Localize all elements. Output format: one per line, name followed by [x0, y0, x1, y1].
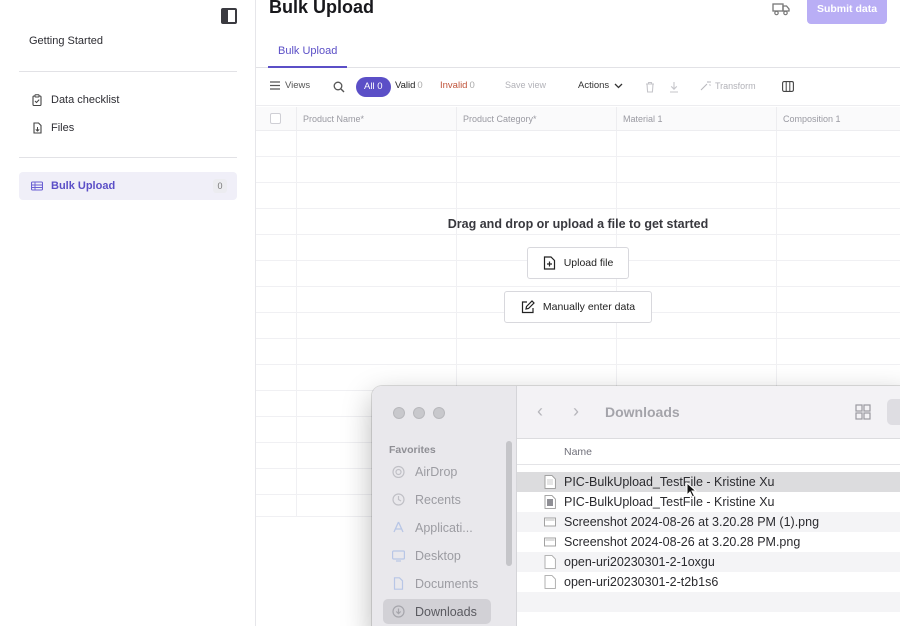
file-row[interactable]: PIC-BulkUpload_TestFile - Kristine Xu	[517, 472, 900, 492]
file-plus-icon	[543, 256, 555, 270]
sidebar-item-files[interactable]: Files	[19, 114, 237, 142]
actions-dropdown[interactable]: Actions	[578, 80, 623, 91]
mouse-cursor-icon	[686, 482, 698, 498]
table-icon	[31, 180, 43, 192]
sidebar-heading[interactable]: Getting Started	[29, 35, 103, 47]
sidebar-divider	[19, 71, 237, 72]
chevron-down-icon	[614, 83, 623, 88]
grid-header: Product Name* Product Category* Material…	[256, 107, 900, 131]
edit-icon	[521, 300, 535, 314]
upload-file-button[interactable]: Upload file	[527, 247, 629, 279]
manually-enter-data-button[interactable]: Manually enter data	[504, 291, 652, 323]
filter-valid-count: 0	[417, 80, 423, 91]
save-view-button[interactable]: Save view	[505, 80, 546, 90]
grid-line	[256, 338, 900, 339]
sidebar-item-label: Bulk Upload	[51, 180, 116, 192]
text-file-icon	[544, 475, 556, 489]
file-row-empty	[517, 592, 900, 612]
grid-line	[256, 156, 900, 157]
download-icon[interactable]	[669, 81, 679, 93]
file-name: open-uri20230301-2-t2b1s6	[564, 575, 719, 589]
truck-icon[interactable]	[772, 2, 790, 16]
count-badge: 0	[213, 179, 227, 193]
tab-bulk-upload[interactable]: Bulk Upload	[268, 36, 348, 68]
search-icon[interactable]	[333, 81, 345, 93]
transform-button[interactable]: Transform	[700, 80, 756, 91]
select-all-checkbox[interactable]	[270, 113, 281, 124]
grid-line	[296, 131, 297, 517]
sidebar-item-data-checklist[interactable]: Data checklist	[19, 86, 237, 114]
filter-valid[interactable]: Valid 0	[395, 80, 423, 91]
file-icon	[31, 122, 43, 134]
file-row[interactable]: open-uri20230301-2-1oxgu	[517, 552, 900, 572]
column-header-product-name[interactable]: Product Name*	[296, 107, 456, 131]
grid-line	[256, 234, 900, 235]
file-row[interactable]: Screenshot 2024-08-26 at 3.20.28 PM (1).…	[517, 512, 900, 532]
file-name: PIC-BulkUpload_TestFile - Kristine Xu	[564, 495, 775, 509]
file-name: Screenshot 2024-08-26 at 3.20.28 PM (1).…	[564, 515, 820, 529]
list-icon	[270, 81, 280, 90]
tab-bar: Bulk Upload	[256, 36, 900, 68]
sidebar-item-label: Files	[51, 122, 75, 134]
trash-icon[interactable]	[645, 81, 655, 93]
filter-invalid[interactable]: Invalid 0	[440, 80, 475, 91]
file-row[interactable]: Screenshot 2024-08-26 at 3.20.28 PM.png	[517, 532, 900, 552]
filter-all-count: 0	[377, 81, 383, 92]
column-header-composition-1[interactable]: Composition 1	[776, 107, 900, 131]
generic-file-icon	[544, 555, 556, 569]
sidebar-toggle-icon[interactable]	[221, 8, 237, 24]
generic-file-icon	[544, 575, 556, 589]
finder-file-list: PIC-BulkUpload_TestFile - Kristine Xu PI…	[372, 386, 900, 626]
sidebar-divider	[19, 157, 237, 158]
columns-icon[interactable]	[782, 81, 794, 92]
clipboard-icon	[31, 94, 43, 106]
column-header-product-category[interactable]: Product Category*	[456, 107, 616, 131]
filter-invalid-label: Invalid	[440, 80, 468, 91]
grid-line	[256, 364, 900, 365]
filter-all-label: All	[364, 81, 375, 92]
manually-enter-data-label: Manually enter data	[542, 301, 636, 313]
transform-label: Transform	[715, 80, 756, 91]
grid-line	[256, 182, 900, 183]
filter-valid-label: Valid	[395, 80, 416, 91]
filter-all-pill[interactable]: All 0	[356, 77, 391, 97]
empty-state-message: Drag and drop or upload a file to get st…	[447, 217, 709, 231]
file-name: PIC-BulkUpload_TestFile - Kristine Xu	[564, 475, 775, 489]
grid-line	[256, 208, 900, 209]
grid-toolbar: Views All 0 Valid 0 Invalid 0 Save view Ac…	[256, 68, 900, 106]
views-label: Views	[285, 80, 311, 91]
actions-label: Actions	[578, 80, 610, 91]
file-row[interactable]: PIC-BulkUpload_TestFile - Kristine Xu	[517, 492, 900, 512]
sidebar-item-bulk-upload[interactable]: Bulk Upload 0	[19, 172, 237, 200]
grid-line	[256, 286, 900, 287]
upload-file-label: Upload file	[563, 257, 614, 269]
image-file-icon	[544, 517, 556, 527]
views-button[interactable]: Views	[270, 80, 310, 91]
image-file-icon	[544, 537, 556, 547]
submit-data-button[interactable]: Submit data	[807, 0, 887, 24]
file-row[interactable]: open-uri20230301-2-t2b1s6	[517, 572, 900, 592]
spreadsheet-file-icon	[544, 495, 556, 509]
magic-wand-icon	[700, 81, 711, 91]
column-header-material-1[interactable]: Material 1	[616, 107, 776, 131]
sidebar: Getting Started Data checklist Files Bul…	[0, 0, 256, 626]
file-name: Screenshot 2024-08-26 at 3.20.28 PM.png	[564, 535, 801, 549]
sidebar-item-label: Data checklist	[51, 94, 120, 106]
filter-invalid-count: 0	[469, 80, 475, 91]
file-name: open-uri20230301-2-1oxgu	[564, 555, 715, 569]
page-title: Bulk Upload	[269, 0, 375, 17]
